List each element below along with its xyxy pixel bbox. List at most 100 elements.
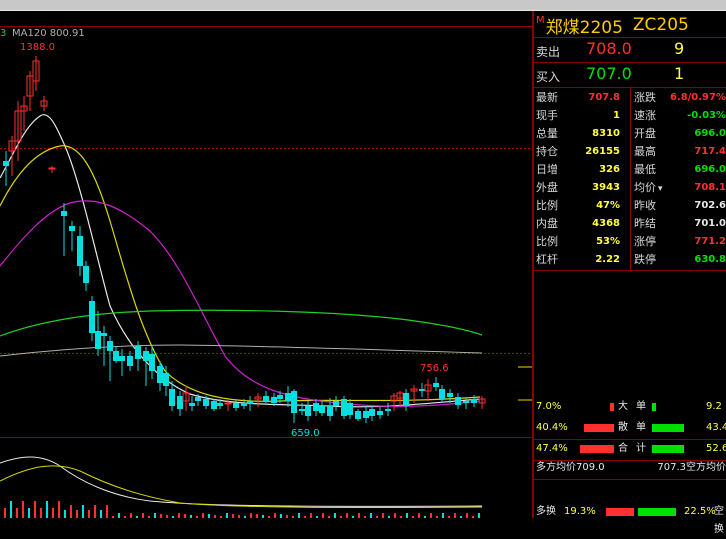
candle-body[interactable] bbox=[291, 391, 297, 413]
stat-label: 内盘 bbox=[536, 217, 558, 230]
candle-body[interactable] bbox=[107, 341, 113, 351]
candle-body[interactable] bbox=[327, 406, 333, 416]
volume-bar bbox=[232, 514, 234, 518]
candle-body[interactable] bbox=[271, 397, 277, 403]
volume-bar bbox=[106, 505, 108, 518]
avg-price-dropdown-icon[interactable]: ▾ bbox=[658, 184, 663, 194]
candle-body[interactable] bbox=[263, 396, 269, 401]
candle-body[interactable] bbox=[455, 397, 461, 405]
candle-body[interactable] bbox=[157, 366, 163, 383]
candle-body[interactable] bbox=[203, 399, 209, 406]
candle-body[interactable] bbox=[447, 393, 453, 397]
candle-body[interactable] bbox=[233, 403, 239, 408]
candle-body[interactable] bbox=[333, 401, 339, 406]
avg-price-row: 多方均价709.0 707.3空方均价 bbox=[534, 459, 726, 477]
ma-line-yellow bbox=[0, 145, 481, 402]
candle-body[interactable] bbox=[241, 403, 247, 406]
candle-body[interactable] bbox=[83, 266, 89, 283]
volume-bar bbox=[16, 508, 18, 518]
candle-body[interactable] bbox=[61, 211, 67, 216]
stat-value: 2.22 bbox=[595, 254, 620, 265]
stat-value: 3943 bbox=[592, 182, 620, 193]
volume-bar bbox=[34, 501, 36, 518]
flow-pct: 47.4% bbox=[536, 443, 568, 454]
candle-body[interactable] bbox=[149, 354, 155, 371]
stat-value: 771.2 bbox=[694, 236, 726, 247]
candle-body[interactable] bbox=[89, 301, 95, 333]
candle-body[interactable] bbox=[355, 411, 361, 419]
candle-body[interactable] bbox=[3, 161, 9, 166]
candle-body[interactable] bbox=[177, 396, 183, 409]
volume-bar bbox=[160, 514, 162, 518]
stat-7: 昨结 701.0 bbox=[634, 215, 726, 232]
candle-body[interactable] bbox=[319, 405, 325, 413]
volume-bar bbox=[130, 513, 132, 518]
market-mark: M bbox=[536, 15, 545, 26]
stat-label: 涨停 bbox=[634, 235, 656, 248]
sell-price: 708.0 bbox=[586, 39, 632, 58]
candle-body[interactable] bbox=[341, 399, 347, 416]
candle-body[interactable] bbox=[169, 389, 175, 406]
candle-body[interactable] bbox=[363, 411, 369, 418]
buy-label: 买入 bbox=[536, 70, 561, 84]
volume-bar bbox=[274, 513, 276, 518]
candle-body[interactable] bbox=[385, 409, 391, 411]
stat-4: 日增 326 bbox=[536, 161, 620, 178]
candle-body[interactable] bbox=[463, 401, 469, 403]
candle-body[interactable] bbox=[305, 406, 311, 416]
candle-body[interactable] bbox=[439, 389, 445, 399]
candle-body[interactable] bbox=[135, 346, 141, 359]
candle-body[interactable] bbox=[224, 402, 232, 405]
candle-body[interactable] bbox=[127, 356, 133, 366]
stat-label: 昨结 bbox=[634, 217, 656, 230]
candle-body[interactable] bbox=[433, 383, 439, 387]
flow-row-2: 47.4% 合计 52.6 bbox=[534, 440, 726, 458]
candle-body[interactable] bbox=[101, 333, 107, 336]
candle-body[interactable] bbox=[119, 356, 125, 361]
candle-body[interactable] bbox=[285, 393, 291, 401]
buy-row[interactable]: 买入 707.0 1 bbox=[534, 63, 726, 87]
contract-title[interactable]: M 郑煤2205 ZC205 bbox=[536, 13, 689, 38]
volume-bar bbox=[94, 505, 96, 518]
high-price-label: 1388.0 bbox=[20, 42, 55, 53]
candle-body[interactable] bbox=[347, 403, 353, 415]
candle-body[interactable] bbox=[369, 409, 375, 416]
stat-9: 跌停 630.8 bbox=[634, 251, 726, 268]
candle-body[interactable] bbox=[471, 399, 477, 403]
long-turnover-value: 19.3% bbox=[564, 506, 596, 517]
candle-body[interactable] bbox=[211, 401, 217, 409]
stat-2: 总量 8310 bbox=[536, 125, 620, 142]
volume-ma-white bbox=[0, 456, 483, 507]
candle-body[interactable] bbox=[48, 167, 56, 170]
candle-body[interactable] bbox=[189, 403, 195, 406]
candle-body[interactable] bbox=[69, 226, 75, 231]
candle-body[interactable] bbox=[95, 331, 101, 349]
stat-1: 现手 1 bbox=[536, 107, 620, 124]
stat-8: 涨停 771.2 bbox=[634, 233, 726, 250]
candle-body[interactable] bbox=[113, 351, 119, 361]
volume-bar bbox=[226, 513, 228, 518]
candle-body[interactable] bbox=[377, 411, 383, 415]
candle-body[interactable] bbox=[195, 397, 201, 401]
candle-body[interactable] bbox=[419, 389, 425, 391]
stat-value: 53% bbox=[596, 236, 620, 247]
candle-body[interactable] bbox=[247, 401, 253, 404]
candle-body[interactable] bbox=[403, 393, 409, 406]
ma-line-grey bbox=[0, 344, 483, 357]
candle-body[interactable] bbox=[313, 403, 319, 411]
candle-body[interactable] bbox=[299, 409, 305, 411]
candle-body[interactable] bbox=[77, 236, 83, 266]
stat-5: 均价 ▾ 708.1 bbox=[634, 179, 726, 196]
stat-label: 杠杆 bbox=[536, 253, 558, 266]
flow-label-a: 合 bbox=[618, 443, 628, 454]
kline-chart[interactable]: 3 MA120 800.91 1388.0 756.6 659.0 bbox=[0, 11, 532, 518]
candle-body[interactable] bbox=[163, 373, 169, 386]
candle-body[interactable] bbox=[143, 351, 149, 361]
stat-value: -0.03% bbox=[687, 110, 726, 121]
candle-body[interactable] bbox=[217, 403, 223, 406]
stat-4: 最低 696.0 bbox=[634, 161, 726, 178]
flow-pct: 7.0% bbox=[536, 401, 562, 412]
volume-bar bbox=[202, 513, 204, 518]
sell-row[interactable]: 卖出 708.0 9 bbox=[534, 38, 726, 62]
candle-body[interactable] bbox=[277, 395, 283, 399]
